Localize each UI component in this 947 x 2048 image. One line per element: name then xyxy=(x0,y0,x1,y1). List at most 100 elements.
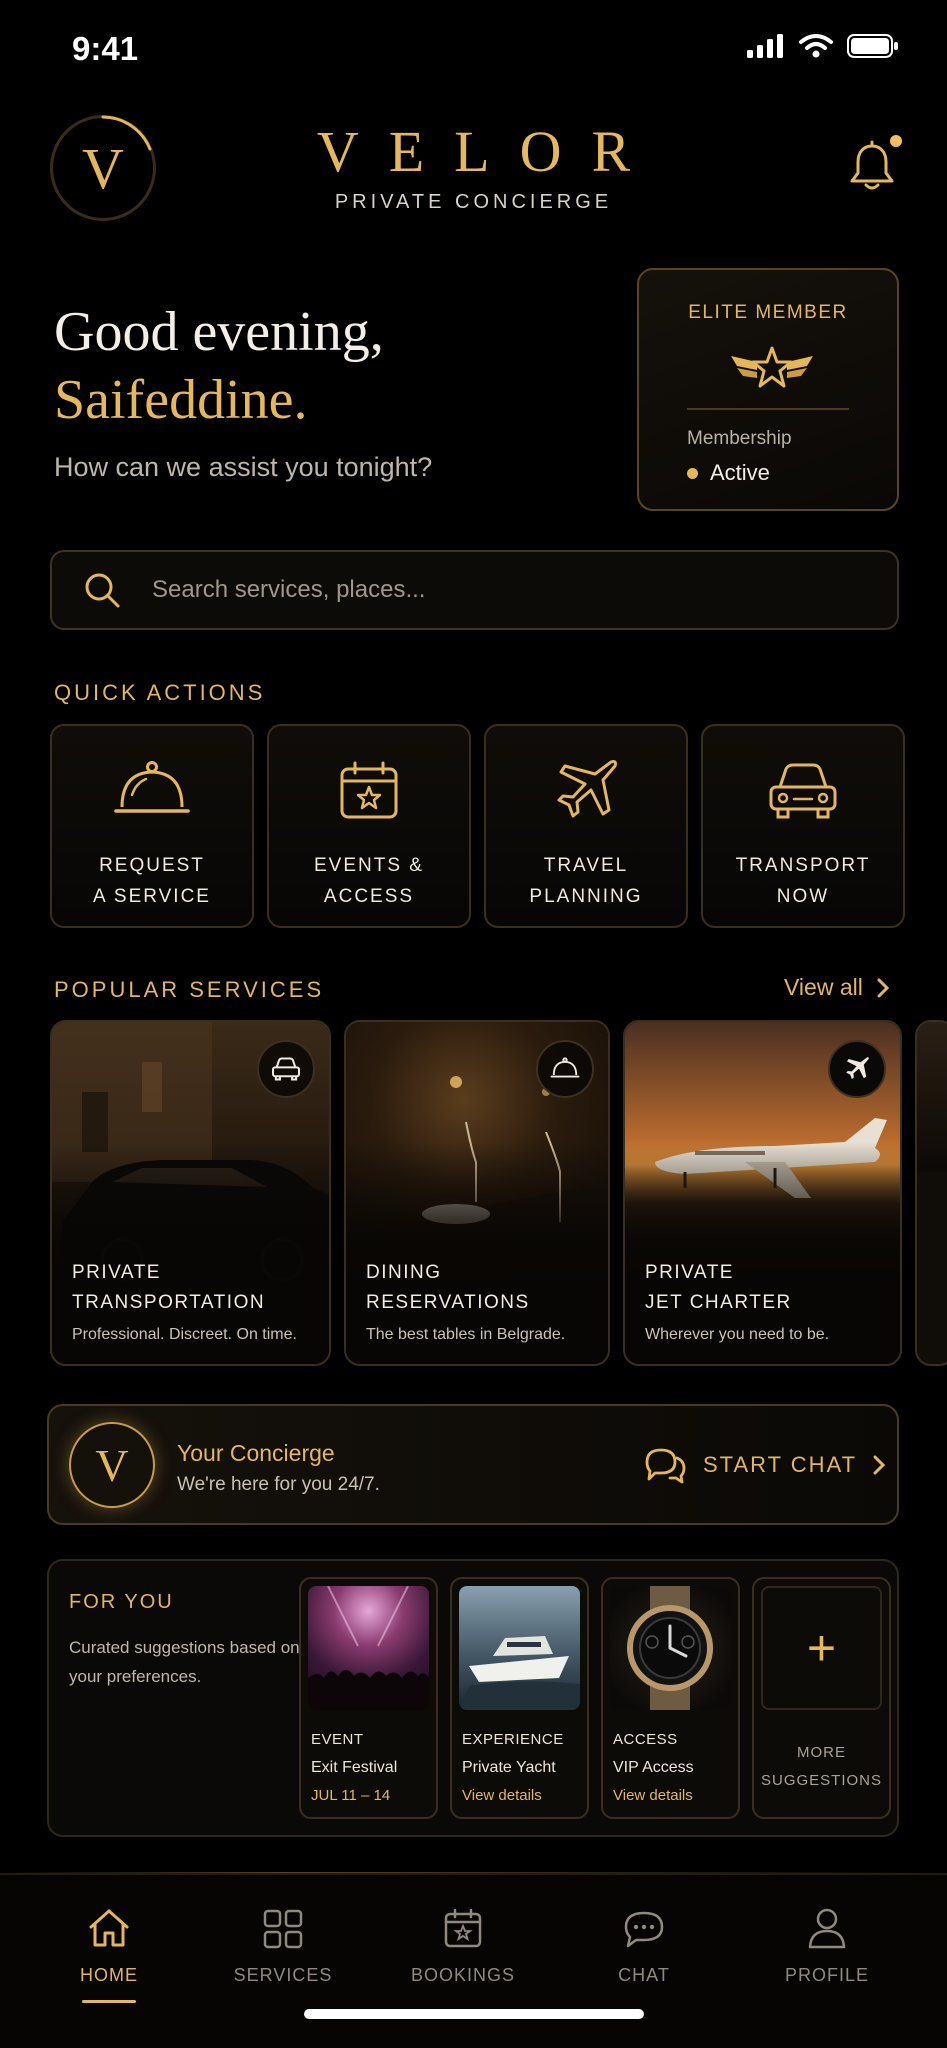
view-all-label: View all xyxy=(784,974,863,1000)
service-card-partial[interactable] xyxy=(915,1020,947,1366)
chat-bubble-icon xyxy=(624,1911,664,1948)
service-badge xyxy=(536,1040,594,1098)
concierge-title: Your Concierge xyxy=(177,1440,335,1466)
tab-home[interactable]: HOME xyxy=(29,1899,189,2003)
quick-action-label: EVENTS & ACCESS xyxy=(314,855,424,907)
greeting-subtitle: How can we assist you tonight? xyxy=(54,452,433,482)
tab-bar: HOME SERVICES BOOKINGS CHAT PROFILE xyxy=(0,1873,947,2048)
membership-status-text: Active xyxy=(710,460,770,485)
chevron-right-icon xyxy=(877,978,889,997)
chat-bubbles-icon xyxy=(645,1448,686,1484)
start-chat-button[interactable]: START CHAT xyxy=(643,1446,886,1484)
membership-card[interactable]: ELITE MEMBER Membership Active xyxy=(637,268,899,511)
service-card-private-jet-charter[interactable]: PRIVATE JET CHARTER Wherever you need to… xyxy=(623,1020,902,1366)
status-icons xyxy=(747,34,899,58)
concierge-letter: V xyxy=(95,1439,129,1491)
active-indicator xyxy=(82,2000,136,2003)
quick-actions: REQUEST A SERVICE EVENTS & ACCESS TRAVEL… xyxy=(50,724,905,928)
suggestion-card-access[interactable]: ACCESS VIP Access View details xyxy=(601,1577,740,1819)
service-badge xyxy=(828,1040,886,1098)
airplane-icon xyxy=(557,760,617,818)
quick-actions-title: QUICK ACTIONS xyxy=(54,680,266,705)
suggestion-name: Private Yacht xyxy=(462,1759,556,1776)
quick-action-label: TRAVEL PLANNING xyxy=(529,855,643,907)
view-all-link[interactable]: View all xyxy=(784,974,889,1001)
tab-chat[interactable]: CHAT xyxy=(564,1899,724,1986)
membership-divider xyxy=(687,408,849,410)
concierge-banner[interactable]: V Your Concierge We're here for you 24/7… xyxy=(47,1404,899,1525)
cloche-icon xyxy=(550,1057,580,1078)
suggestion-category: EXPERIENCE xyxy=(462,1731,564,1748)
service-card-dining-reservations[interactable]: DINING RESERVATIONS The best tables in B… xyxy=(344,1020,610,1366)
suggestion-card-experience[interactable]: EXPERIENCE Private Yacht View details xyxy=(450,1577,589,1819)
cloche-icon xyxy=(114,761,190,813)
service-description: Professional. Discreet. On time. xyxy=(72,1326,297,1343)
membership-status: Active xyxy=(687,460,770,486)
quick-action-events-access[interactable]: EVENTS & ACCESS xyxy=(267,724,471,928)
chevron-right-icon xyxy=(873,1455,886,1475)
home-indicator xyxy=(304,2009,644,2019)
suggestion-image-concert xyxy=(308,1586,429,1710)
service-card-private-transportation[interactable]: PRIVATE TRANSPORTATION Professional. Dis… xyxy=(50,1020,331,1366)
tab-label: HOME xyxy=(80,1965,138,1985)
car-icon xyxy=(769,763,837,819)
brand-subtitle: PRIVATE CONCIERGE xyxy=(334,191,613,213)
bell-icon[interactable] xyxy=(848,140,896,192)
tab-label: PROFILE xyxy=(784,1965,870,1985)
concierge-avatar: V xyxy=(69,1422,155,1508)
home-icon xyxy=(89,1909,129,1947)
suggestion-category: ACCESS xyxy=(613,1731,678,1748)
service-title: PRIVATE TRANSPORTATION xyxy=(72,1262,266,1313)
calendar-icon xyxy=(444,1908,482,1948)
suggestion-card-event[interactable]: EVENT Exit Festival JUL 11 – 14 xyxy=(299,1577,438,1819)
concierge-subtitle: We're here for you 24/7. xyxy=(177,1474,380,1495)
car-icon xyxy=(272,1057,300,1081)
search-icon xyxy=(85,573,120,608)
greeting-name: Saifeddine. xyxy=(54,369,308,431)
quick-action-label: REQUEST A SERVICE xyxy=(93,855,211,907)
person-icon xyxy=(808,1908,846,1949)
quick-action-request-service[interactable]: REQUEST A SERVICE xyxy=(50,724,254,928)
service-title: PRIVATE JET CHARTER xyxy=(645,1262,792,1313)
battery-icon xyxy=(847,34,898,58)
tab-label: SERVICES xyxy=(233,1965,333,1985)
quick-action-travel-planning[interactable]: TRAVEL PLANNING xyxy=(484,724,688,928)
notification-dot xyxy=(890,135,902,147)
tab-profile[interactable]: PROFILE xyxy=(747,1899,907,1986)
service-badge xyxy=(257,1040,315,1098)
status-dot xyxy=(687,467,698,479)
popular-services-carousel[interactable]: PRIVATE TRANSPORTATION Professional. Dis… xyxy=(50,1020,947,1366)
search-input[interactable] xyxy=(152,576,802,604)
tab-bookings[interactable]: BOOKINGS xyxy=(383,1899,543,1986)
suggestion-name: VIP Access xyxy=(613,1759,694,1776)
grid-icon xyxy=(263,1909,303,1949)
service-title: DINING RESERVATIONS xyxy=(366,1262,530,1313)
quick-action-transport-now[interactable]: TRANSPORT NOW xyxy=(701,724,905,928)
wings-star-icon xyxy=(731,346,813,388)
status-time: 9:41 xyxy=(72,30,139,67)
more-suggestions-button[interactable]: + MORE SUGGESTIONS xyxy=(752,1577,891,1819)
for-you-description: Curated suggestions based on your prefer… xyxy=(69,1638,300,1686)
membership-label: Membership xyxy=(687,428,792,449)
brand-title: VELOR xyxy=(316,119,661,184)
suggestion-image-yacht xyxy=(459,1586,580,1710)
quick-action-label: TRANSPORT NOW xyxy=(735,855,871,907)
suggestion-name: Exit Festival xyxy=(311,1759,398,1776)
for-you-title: FOR YOU xyxy=(69,1591,174,1613)
greeting-line: Good evening, xyxy=(54,301,384,363)
brand: VELOR PRIVATE CONCIERGE xyxy=(0,118,947,214)
service-description: The best tables in Belgrade. xyxy=(366,1326,566,1343)
airplane-icon xyxy=(846,1057,869,1079)
tab-services[interactable]: SERVICES xyxy=(203,1899,363,1986)
calendar-star-icon xyxy=(340,761,398,819)
tab-label: BOOKINGS xyxy=(410,1965,516,1985)
tab-label: CHAT xyxy=(618,1965,670,1985)
suggestion-category: EVENT xyxy=(311,1731,364,1748)
membership-tier: ELITE MEMBER xyxy=(688,302,848,323)
popular-services-title: POPULAR SERVICES xyxy=(54,977,325,1002)
signal-icon xyxy=(747,34,783,58)
view-details-link[interactable]: View details xyxy=(462,1787,542,1804)
service-description: Wherever you need to be. xyxy=(645,1326,830,1343)
search-bar[interactable] xyxy=(50,550,899,630)
view-details-link[interactable]: View details xyxy=(613,1787,693,1804)
